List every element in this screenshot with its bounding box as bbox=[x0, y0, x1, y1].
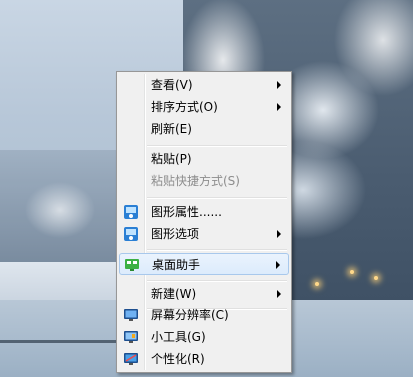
personalize-icon bbox=[124, 353, 138, 365]
menu-item-label: 图形属性...... bbox=[151, 205, 222, 219]
desktop-context-menu: 查看(V) 排序方式(O) 刷新(E) 粘贴(P) 粘贴快捷方式(S) 图形属性… bbox=[116, 71, 292, 373]
menu-item-label: 屏幕分辨率(C) bbox=[151, 308, 229, 322]
menu-item-label: 个性化(R) bbox=[151, 352, 205, 366]
wallpaper-lamp bbox=[374, 276, 378, 280]
gadgets-icon bbox=[124, 331, 138, 343]
desktop-assistant-icon bbox=[125, 259, 139, 271]
menu-item-refresh[interactable]: 刷新(E) bbox=[119, 118, 289, 140]
menu-item-label: 粘贴(P) bbox=[151, 152, 192, 166]
menu-item-label: 排序方式(O) bbox=[151, 100, 218, 114]
screen-resolution-icon bbox=[124, 309, 138, 321]
menu-item-desktop-assistant[interactable]: 桌面助手 bbox=[119, 253, 289, 275]
menu-item-graphics-properties[interactable]: 图形属性...... bbox=[119, 201, 289, 223]
menu-item-paste[interactable]: 粘贴(P) bbox=[119, 148, 289, 170]
menu-item-label: 新建(W) bbox=[151, 287, 197, 301]
menu-item-personalize[interactable]: 个性化(R) bbox=[119, 348, 289, 370]
wallpaper-trees-left bbox=[0, 150, 130, 280]
menu-item-view[interactable]: 查看(V) bbox=[119, 74, 289, 96]
menu-item-label: 粘贴快捷方式(S) bbox=[151, 174, 240, 188]
menu-item-label: 图形选项 bbox=[151, 227, 200, 241]
submenu-arrow-icon bbox=[277, 103, 281, 111]
menu-separator bbox=[147, 249, 287, 251]
graphics-options-icon bbox=[124, 227, 138, 241]
menu-item-label: 桌面助手 bbox=[152, 258, 201, 272]
menu-item-label: 小工具(G) bbox=[151, 330, 206, 344]
menu-item-sort-by[interactable]: 排序方式(O) bbox=[119, 96, 289, 118]
wallpaper-lamp bbox=[315, 282, 319, 286]
menu-separator bbox=[147, 145, 287, 147]
menu-item-screen-resolution[interactable]: 屏幕分辨率(C) bbox=[119, 304, 289, 326]
menu-separator bbox=[147, 197, 287, 199]
submenu-arrow-icon bbox=[276, 261, 280, 269]
menu-item-graphics-options[interactable]: 图形选项 bbox=[119, 223, 289, 245]
menu-item-paste-shortcut: 粘贴快捷方式(S) bbox=[119, 170, 289, 192]
graphics-properties-icon bbox=[124, 205, 138, 219]
submenu-arrow-icon bbox=[277, 81, 281, 89]
menu-item-label: 刷新(E) bbox=[151, 122, 192, 136]
menu-item-label: 查看(V) bbox=[151, 78, 193, 92]
submenu-arrow-icon bbox=[277, 230, 281, 238]
menu-item-new[interactable]: 新建(W) bbox=[119, 283, 289, 305]
wallpaper-lamp bbox=[350, 270, 354, 274]
submenu-arrow-icon bbox=[277, 290, 281, 298]
menu-item-gadgets[interactable]: 小工具(G) bbox=[119, 326, 289, 348]
menu-separator bbox=[147, 280, 287, 282]
